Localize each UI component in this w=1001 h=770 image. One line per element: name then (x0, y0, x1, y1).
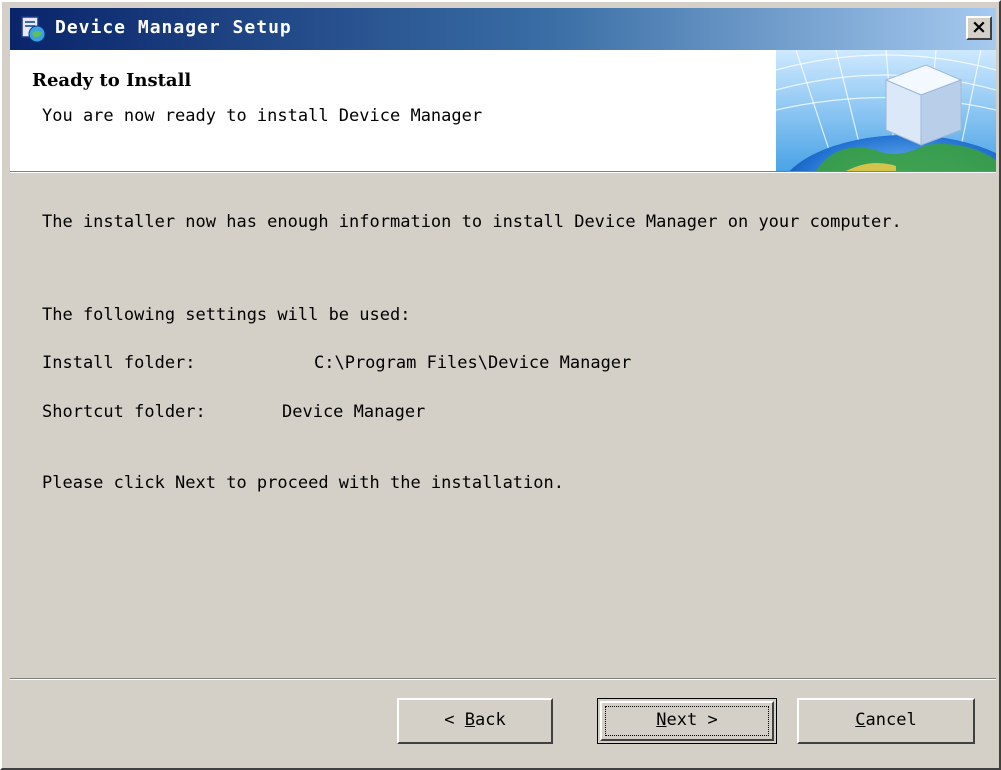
cancel-button[interactable]: Cancel (797, 698, 975, 744)
install-folder-value: C:\Program Files\Device Manager (314, 353, 632, 373)
header-divider-highlight (10, 172, 996, 173)
intro-text: The installer now has enough information… (42, 212, 902, 232)
next-button-label: ext > (666, 710, 718, 730)
install-folder-label: Install folder: (42, 353, 196, 373)
back-button-prefix: < (444, 710, 465, 730)
header-panel: Ready to Install You are now ready to in… (10, 50, 996, 171)
cancel-button-mnemonic: C (855, 710, 866, 730)
next-button-mnemonic: N (656, 710, 667, 730)
setup-app-icon (21, 16, 46, 43)
globe-cube-graphic (776, 50, 996, 171)
title-bar[interactable]: Device Manager Setup × (10, 8, 996, 50)
next-button-text: Next > (656, 710, 717, 730)
next-button[interactable]: Next > (597, 698, 777, 744)
window-title: Device Manager Setup (55, 17, 292, 38)
instruction-text: Please click Next to proceed with the in… (42, 473, 564, 493)
settings-heading: The following settings will be used: (42, 305, 411, 325)
page-subtitle: You are now ready to install Device Mana… (42, 106, 483, 126)
page-title: Ready to Install (32, 70, 192, 91)
back-button-label: ack (475, 710, 506, 730)
shortcut-folder-label: Shortcut folder: (42, 402, 206, 422)
back-button-mnemonic: B (464, 710, 475, 730)
close-button[interactable]: × (966, 16, 992, 40)
shortcut-folder-value: Device Manager (282, 402, 426, 422)
close-icon: × (971, 16, 987, 38)
setup-window: Device Manager Setup × Ready to Install … (0, 0, 1001, 770)
back-button[interactable]: < Back (397, 698, 553, 744)
footer-divider-highlight (10, 679, 996, 680)
cancel-button-label: ancel (865, 710, 917, 730)
